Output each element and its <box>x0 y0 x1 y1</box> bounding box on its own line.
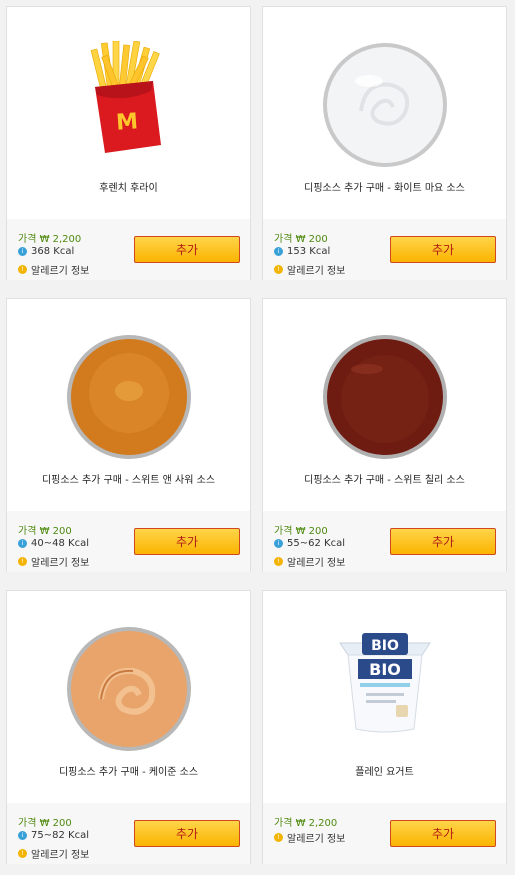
allergy-text: 알레르기 정보 <box>31 850 90 861</box>
calorie-text: 55~62 Kcal <box>287 538 345 549</box>
info-icon: i <box>18 831 27 840</box>
sweet-and-sour-sauce-icon <box>66 335 191 459</box>
allergy-text: 알레르기 정보 <box>31 266 90 277</box>
yogurt-logo-large: BIO <box>369 660 401 679</box>
allergy-info-link[interactable]: ! 알레르기 정보 <box>18 846 89 861</box>
product-price: 가격 ₩ 2,200 <box>18 234 82 245</box>
white-mayo-sauce-icon <box>322 43 447 167</box>
allergy-info-link[interactable]: ! 알레르기 정보 <box>18 262 89 277</box>
allergy-info-link[interactable]: ! 알레르기 정보 <box>274 554 345 569</box>
product-image-sweet-chili-sauce[interactable] <box>263 299 506 469</box>
product-name: 후렌치 후라이 <box>99 183 158 194</box>
calorie-text: 368 Kcal <box>31 246 75 257</box>
allergy-text: 알레르기 정보 <box>287 266 346 277</box>
allergy-icon: ! <box>274 557 283 566</box>
product-name: 디핑소스 추가 구매 - 스위트 칠리 소스 <box>304 475 465 486</box>
calorie-text: 75~82 Kcal <box>31 830 89 841</box>
product-footer: 가격 ₩ 200 i 153 Kcal ! 알레르기 정보 추가 <box>263 219 506 280</box>
calorie-info[interactable]: i 368 Kcal <box>18 246 74 257</box>
product-footer: 가격 ₩ 200 i 75~82 Kcal ! 알레르기 정보 추가 <box>7 803 250 864</box>
cajun-sauce-icon <box>66 627 191 751</box>
info-icon: i <box>18 539 27 548</box>
product-footer: 가격 ₩ 200 i 40~48 Kcal ! 알레르기 정보 추가 <box>7 511 250 572</box>
allergy-icon: ! <box>18 849 27 858</box>
product-footer: 가격 ₩ 2,200 ! 알레르기 정보 추가 <box>263 803 506 864</box>
info-icon: i <box>274 247 283 256</box>
product-image-french-fries[interactable]: M <box>7 7 250 177</box>
allergy-icon: ! <box>18 557 27 566</box>
add-button[interactable]: 추가 <box>134 528 240 555</box>
allergy-icon: ! <box>274 833 283 842</box>
calorie-info[interactable]: i 55~62 Kcal <box>274 538 345 549</box>
product-price: 가격 ₩ 200 <box>274 526 328 537</box>
product-footer: 가격 ₩ 2,200 i 368 Kcal ! 알레르기 정보 추가 <box>7 219 250 280</box>
product-card[interactable]: M 후렌치 후라이 가격 ₩ 2,200 i 368 Kcal ! 알레르기 정… <box>6 6 251 280</box>
calorie-text: 153 Kcal <box>287 246 331 257</box>
product-name: 디핑소스 추가 구매 - 케이준 소스 <box>58 767 199 778</box>
calorie-info[interactable]: i 75~82 Kcal <box>18 830 89 841</box>
yogurt-logo: BIO <box>371 638 399 654</box>
add-button[interactable]: 추가 <box>390 236 496 263</box>
add-button[interactable]: 추가 <box>134 236 240 263</box>
product-image-sweet-and-sour-sauce[interactable] <box>7 299 250 469</box>
add-button[interactable]: 추가 <box>134 820 240 847</box>
product-footer: 가격 ₩ 200 i 55~62 Kcal ! 알레르기 정보 추가 <box>263 511 506 572</box>
allergy-info-link[interactable]: ! 알레르기 정보 <box>274 262 345 277</box>
allergy-text: 알레르기 정보 <box>287 834 346 845</box>
plain-yogurt-icon: BIO BIO <box>338 633 431 733</box>
add-button[interactable]: 추가 <box>390 820 496 847</box>
product-price: 가격 ₩ 200 <box>274 234 328 245</box>
product-card[interactable]: BIO BIO 플레인 요거트 가격 ₩ 2,200 ! 알레르기 정보 추가 <box>262 590 507 864</box>
product-card[interactable]: 디핑소스 추가 구매 - 스위트 칠리 소스 가격 ₩ 200 i 55~62 … <box>262 298 507 572</box>
product-card[interactable]: 디핑소스 추가 구매 - 케이준 소스 가격 ₩ 200 i 75~82 Kca… <box>6 590 251 864</box>
product-name: 디핑소스 추가 구매 - 화이트 마요 소스 <box>304 183 465 194</box>
product-name: 디핑소스 추가 구매 - 스위트 앤 사워 소스 <box>41 475 216 486</box>
calorie-info[interactable]: i 40~48 Kcal <box>18 538 89 549</box>
allergy-text: 알레르기 정보 <box>31 558 90 569</box>
add-button[interactable]: 추가 <box>390 528 496 555</box>
product-image-white-mayo-sauce[interactable] <box>263 7 506 177</box>
product-image-plain-yogurt[interactable]: BIO BIO <box>263 591 506 761</box>
allergy-text: 알레르기 정보 <box>287 558 346 569</box>
french-fries-icon: M <box>90 41 161 153</box>
calorie-info[interactable]: i 153 Kcal <box>274 246 330 257</box>
info-icon: i <box>18 247 27 256</box>
allergy-icon: ! <box>18 265 27 274</box>
product-card[interactable]: 디핑소스 추가 구매 - 화이트 마요 소스 가격 ₩ 200 i 153 Kc… <box>262 6 507 280</box>
product-price: 가격 ₩ 200 <box>18 526 72 537</box>
product-price: 가격 ₩ 200 <box>18 818 72 829</box>
allergy-info-link[interactable]: ! 알레르기 정보 <box>18 554 89 569</box>
product-card[interactable]: 디핑소스 추가 구매 - 스위트 앤 사워 소스 가격 ₩ 200 i 40~4… <box>6 298 251 572</box>
allergy-info-link[interactable]: ! 알레르기 정보 <box>274 830 345 845</box>
product-grid: M 후렌치 후라이 가격 ₩ 2,200 i 368 Kcal ! 알레르기 정… <box>0 0 515 875</box>
allergy-icon: ! <box>274 265 283 274</box>
product-price: 가격 ₩ 2,200 <box>274 818 338 829</box>
sweet-chili-sauce-icon <box>322 335 447 459</box>
svg-text:M: M <box>115 109 139 135</box>
product-name: 플레인 요거트 <box>355 767 414 778</box>
calorie-text: 40~48 Kcal <box>31 538 89 549</box>
info-icon: i <box>274 539 283 548</box>
product-image-cajun-sauce[interactable] <box>7 591 250 761</box>
